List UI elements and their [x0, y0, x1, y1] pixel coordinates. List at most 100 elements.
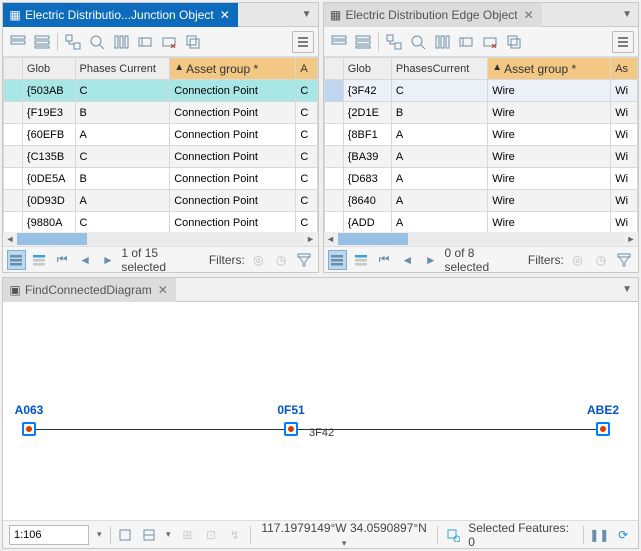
cell-asset-group[interactable]: Wire [488, 102, 611, 124]
cell-phases[interactable]: A [391, 190, 487, 212]
cell-glob[interactable]: {8640 [343, 190, 391, 212]
cell-extra[interactable]: C [296, 146, 317, 168]
scroll-left-icon[interactable]: ◄ [3, 232, 17, 246]
cell-glob[interactable]: {ADD [343, 212, 391, 233]
cell-asset-group[interactable]: Connection Point [170, 212, 296, 233]
col-glob[interactable]: Glob [343, 58, 391, 80]
cell-asset-group[interactable]: Connection Point [170, 124, 296, 146]
cell-glob[interactable]: {C135B [22, 146, 75, 168]
cell-glob[interactable]: {9880A [22, 212, 75, 233]
coords-dropdown[interactable]: ▾ [340, 538, 349, 548]
cell-asset-group[interactable]: Connection Point [170, 146, 296, 168]
right-grid[interactable]: Glob PhasesCurrent ▲Asset group * As {3F… [324, 57, 639, 232]
col-glob[interactable]: Glob [22, 58, 75, 80]
row-handle[interactable] [4, 168, 23, 190]
field-view2-button[interactable] [352, 31, 374, 53]
cell-asset-group[interactable]: Wire [488, 146, 611, 168]
table-row[interactable]: {0DE5ABConnection PointC [4, 168, 318, 190]
diagram-node[interactable] [22, 422, 36, 436]
delete-button[interactable] [158, 31, 180, 53]
cell-phases[interactable]: C [391, 80, 487, 102]
cell-phases[interactable]: B [75, 168, 170, 190]
cell-extra[interactable]: C [296, 190, 317, 212]
table-row[interactable]: {C135BCConnection PointC [4, 146, 318, 168]
next-record-button[interactable]: ► [99, 250, 118, 270]
rotate-button[interactable] [117, 526, 135, 544]
table-row[interactable]: {D683AWireWi [324, 168, 638, 190]
cell-asset-group[interactable]: Connection Point [170, 80, 296, 102]
menu-button[interactable] [612, 31, 634, 53]
cell-phases[interactable]: C [75, 80, 170, 102]
row-handle[interactable] [324, 80, 343, 102]
cell-extra[interactable]: Wi [611, 146, 638, 168]
filter-time-icon[interactable]: ◷ [272, 250, 291, 270]
scroll-right-icon[interactable]: ► [624, 232, 638, 246]
show-all-button[interactable] [328, 250, 347, 270]
snap-button[interactable]: ⊡ [202, 526, 220, 544]
grid-button[interactable]: ⊞ [179, 526, 197, 544]
filter-extent-icon[interactable]: ◎ [568, 250, 587, 270]
col-asset-group[interactable]: ▲Asset group * [170, 58, 296, 80]
constraint-button[interactable] [140, 526, 158, 544]
copy-button[interactable] [182, 31, 204, 53]
insert-button[interactable] [134, 31, 156, 53]
close-icon[interactable]: ✕ [522, 8, 536, 22]
col-phases[interactable]: Phases Current [75, 58, 170, 80]
cell-phases[interactable]: C [75, 212, 170, 233]
show-all-button[interactable] [7, 250, 26, 270]
field-view-button[interactable] [328, 31, 350, 53]
row-header-col[interactable] [324, 58, 343, 80]
cell-asset-group[interactable]: Connection Point [170, 102, 296, 124]
cell-extra[interactable]: Wi [611, 168, 638, 190]
map-canvas[interactable]: 3F42A0630F51ABE2 [3, 302, 638, 520]
cell-extra[interactable]: Wi [611, 190, 638, 212]
tab-dropdown[interactable]: ▼ [616, 9, 638, 20]
first-record-button[interactable]: ⏮ [374, 250, 393, 270]
left-grid[interactable]: Glob Phases Current ▲Asset group * A {50… [3, 57, 318, 232]
cell-asset-group[interactable]: Connection Point [170, 168, 296, 190]
close-icon[interactable]: ✕ [218, 8, 232, 22]
cell-extra[interactable]: Wi [611, 80, 638, 102]
insert-button[interactable] [455, 31, 477, 53]
row-handle[interactable] [324, 102, 343, 124]
row-handle[interactable] [4, 124, 23, 146]
cell-extra[interactable]: Wi [611, 212, 638, 233]
prev-record-button[interactable]: ◄ [76, 250, 95, 270]
cell-glob[interactable]: {0DE5A [22, 168, 75, 190]
cell-extra[interactable]: C [296, 212, 317, 233]
field-view-button[interactable] [7, 31, 29, 53]
table-row[interactable]: {2D1EBWireWi [324, 102, 638, 124]
copy-button[interactable] [503, 31, 525, 53]
filter-button[interactable] [295, 250, 314, 270]
cell-asset-group[interactable]: Wire [488, 190, 611, 212]
row-header-col[interactable] [4, 58, 23, 80]
field-view2-button[interactable] [31, 31, 53, 53]
row-handle[interactable] [4, 146, 23, 168]
table-row[interactable]: {9880ACConnection PointC [4, 212, 318, 233]
cell-asset-group[interactable]: Wire [488, 80, 611, 102]
cell-asset-group[interactable]: Connection Point [170, 190, 296, 212]
cell-phases[interactable]: A [391, 146, 487, 168]
table-row[interactable]: {8640AWireWi [324, 190, 638, 212]
cell-phases[interactable]: B [391, 102, 487, 124]
next-record-button[interactable]: ► [421, 250, 440, 270]
cell-extra[interactable]: Wi [611, 124, 638, 146]
row-handle[interactable] [4, 212, 23, 233]
cell-asset-group[interactable]: Wire [488, 168, 611, 190]
prev-record-button[interactable]: ◄ [398, 250, 417, 270]
cell-phases[interactable]: A [391, 168, 487, 190]
scale-dropdown[interactable]: ▾ [95, 529, 104, 540]
row-handle[interactable] [324, 124, 343, 146]
tab-edge-object[interactable]: ▦ Electric Distribution Edge Object ✕ [324, 3, 542, 27]
row-handle[interactable] [4, 190, 23, 212]
tab-dropdown[interactable]: ▼ [616, 284, 638, 295]
zoom-to-button[interactable] [407, 31, 429, 53]
correction-button[interactable]: ↯ [226, 526, 244, 544]
tab-junction-object[interactable]: ▦ Electric Distributio...Junction Object… [3, 3, 238, 27]
columns-button[interactable] [110, 31, 132, 53]
show-selected-button[interactable] [30, 250, 49, 270]
cell-extra[interactable]: Wi [611, 102, 638, 124]
cell-phases[interactable]: A [75, 190, 170, 212]
tab-dropdown[interactable]: ▼ [296, 9, 318, 20]
table-row[interactable]: {60EFBAConnection PointC [4, 124, 318, 146]
